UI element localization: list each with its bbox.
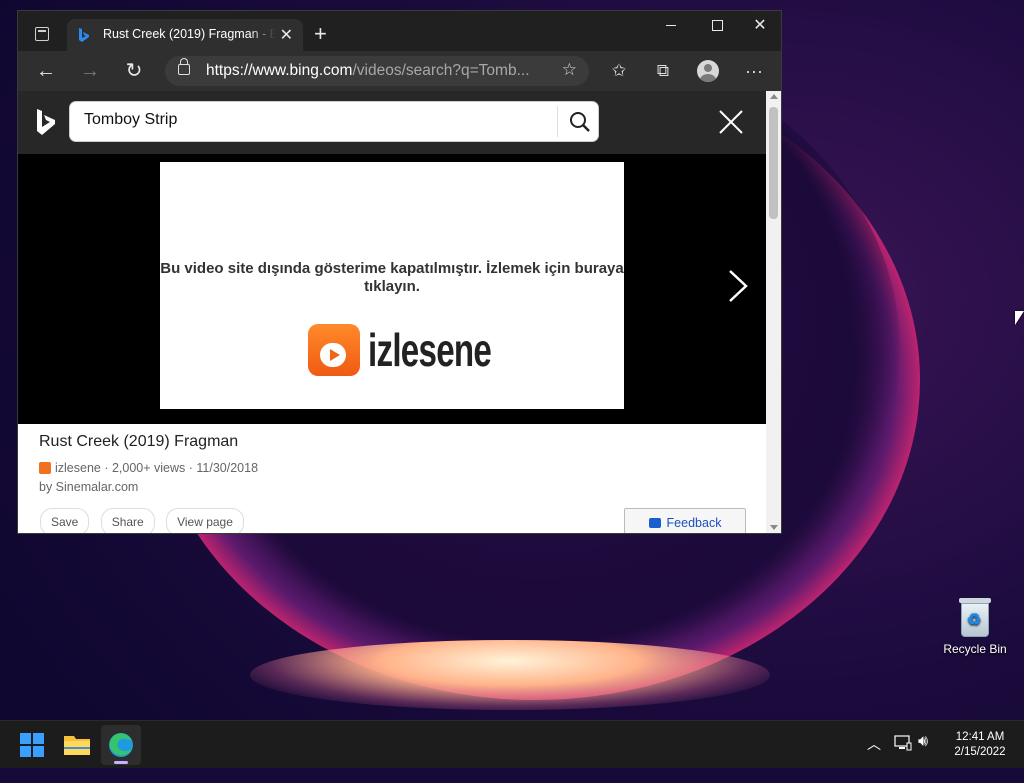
clock-date: 2/15/2022 — [954, 746, 1006, 758]
network-icon[interactable] — [894, 735, 912, 783]
chevron-right-icon[interactable] — [726, 269, 750, 303]
scroll-thumb[interactable] — [769, 107, 778, 219]
maximize-icon[interactable] — [694, 11, 740, 43]
profile-icon[interactable] — [697, 60, 719, 82]
edge-icon — [109, 733, 133, 757]
new-tab-icon[interactable]: + — [314, 23, 327, 45]
forward-icon[interactable]: → — [76, 57, 104, 85]
refresh-icon[interactable]: ↻ — [120, 57, 148, 85]
video-player[interactable]: Bu video site dışında gösterime kapatılm… — [18, 154, 766, 424]
search-icon[interactable] — [569, 111, 591, 133]
edge-browser-window: Rust Creek (2019) Fragman - Bing ✕ + ✕ ←… — [17, 10, 782, 534]
search-input[interactable] — [82, 110, 546, 130]
izlesene-wordmark: izlesene — [368, 324, 492, 376]
mouse-cursor-icon — [1015, 311, 1024, 325]
address-bar[interactable]: https://www.bing.com/videos/search?q=Tom… — [165, 56, 589, 86]
add-favorite-icon[interactable]: ☆ — [562, 60, 577, 80]
video-title[interactable]: Rust Creek (2019) Fragman — [39, 433, 238, 451]
volume-icon[interactable]: 🔊︎ — [918, 733, 928, 781]
view-page-button[interactable]: View page — [166, 508, 244, 533]
izlesene-source-icon — [39, 462, 51, 474]
url-host: https://www.bing.com — [206, 62, 353, 79]
favorites-icon[interactable]: ✩ — [607, 59, 631, 83]
tab-title: Rust Creek (2019) Fragman - Bing — [103, 27, 275, 41]
feedback-icon — [648, 518, 661, 528]
minimize-icon[interactable] — [648, 11, 694, 43]
active-indicator — [114, 761, 128, 764]
close-window-icon[interactable]: ✕ — [737, 11, 781, 43]
feedback-label: Feedback — [666, 516, 722, 530]
start-button[interactable] — [12, 725, 52, 765]
search-box[interactable] — [70, 102, 598, 141]
video-author: by Sinemalar.com — [39, 480, 139, 494]
folder-icon — [64, 736, 90, 755]
recycle-bin-label: Recycle Bin — [943, 642, 1007, 656]
url-text[interactable]: https://www.bing.com/videos/search?q=Tom… — [206, 62, 530, 80]
izlesene-play-icon — [308, 324, 360, 376]
close-tab-icon[interactable]: ✕ — [280, 25, 293, 45]
tab-bar: Rust Creek (2019) Fragman - Bing ✕ + ✕ — [18, 11, 781, 51]
taskbar: ︿ 🔊︎ 12:41 AM 2/15/2022 — [0, 720, 1024, 768]
video-details: Rust Creek (2019) Fragman izlesene · 2,0… — [18, 424, 766, 533]
collections-icon[interactable]: ⧉ — [651, 59, 675, 83]
recycle-bin[interactable]: ♻ Recycle Bin — [940, 596, 1010, 656]
file-explorer-button[interactable] — [57, 725, 97, 765]
scroll-down-icon[interactable] — [770, 525, 778, 530]
blocked-message[interactable]: Bu video site dışında gösterime kapatılm… — [160, 260, 624, 296]
clock-time: 12:41 AM — [955, 731, 1005, 743]
bing-logo-icon[interactable] — [36, 109, 56, 135]
bing-header — [18, 91, 766, 154]
feedback-button[interactable]: Feedback — [624, 508, 746, 533]
page-scrollbar[interactable] — [766, 91, 781, 533]
video-info-text: izlesene · 2,000+ views · 11/30/2018 — [55, 461, 259, 475]
izlesene-logo: izlesene — [308, 322, 492, 378]
video-info: izlesene · 2,000+ views · 11/30/2018 — [39, 461, 258, 475]
show-hidden-icons-icon[interactable]: ︿ — [867, 734, 881, 782]
video-embed[interactable]: Bu video site dışında gösterime kapatılm… — [160, 162, 624, 409]
bing-favicon — [79, 28, 89, 42]
edge-taskbar-button[interactable] — [101, 725, 141, 765]
tab-actions-icon[interactable] — [26, 21, 58, 47]
navigation-toolbar: ← → ↻ https://www.bing.com/videos/search… — [18, 51, 781, 91]
scroll-up-icon[interactable] — [770, 94, 778, 99]
url-path: /videos/search?q=Tomb... — [352, 62, 530, 79]
share-button[interactable]: Share — [100, 508, 155, 533]
taskbar-clock[interactable]: 12:41 AM 2/15/2022 — [944, 730, 1016, 760]
tab-active[interactable]: Rust Creek (2019) Fragman - Bing ✕ — [67, 19, 303, 51]
search-divider — [557, 106, 558, 137]
more-icon[interactable]: ··· — [742, 59, 766, 83]
windows-logo-icon — [20, 733, 44, 757]
back-icon[interactable]: ← — [32, 57, 60, 85]
page-content: Bu video site dışında gösterime kapatılm… — [18, 91, 766, 533]
video-actions: Save Share View page — [40, 508, 252, 533]
close-icon[interactable] — [718, 109, 744, 135]
lock-icon[interactable] — [178, 58, 190, 75]
wallpaper-bottom-glow — [250, 640, 770, 710]
recycle-bin-icon: ♻ — [958, 596, 992, 638]
save-button[interactable]: Save — [40, 508, 90, 533]
